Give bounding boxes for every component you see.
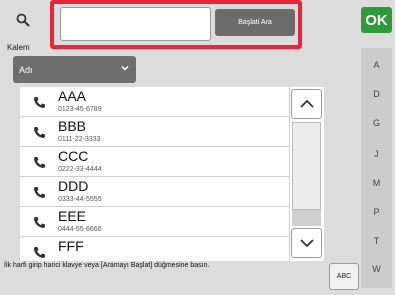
chevron-down-icon <box>299 239 314 248</box>
entry-name: DDD <box>58 178 89 194</box>
phone-icon <box>34 127 45 138</box>
search-icon <box>16 13 30 27</box>
scrollbar-thumb[interactable] <box>292 122 321 210</box>
index-rail: A D G J M P T W <box>361 48 392 288</box>
scroll-up-button[interactable] <box>291 89 322 119</box>
phone-icon <box>34 187 45 198</box>
entry-number: 0123-45-6789 <box>58 106 102 113</box>
entry-name: BBB <box>58 118 87 134</box>
entry-number: 0333-44-5555 <box>58 196 102 203</box>
list-item[interactable]: FFF <box>20 237 289 261</box>
filter-label: Kalem <box>7 43 30 52</box>
entry-number: 0444-55-6666 <box>58 226 102 233</box>
scrollbar-lower-region[interactable] <box>292 210 321 226</box>
search-input[interactable] <box>60 7 211 41</box>
list-item[interactable]: BBB 0111-22-3333 <box>20 117 289 147</box>
index-key-g[interactable]: G <box>361 118 392 128</box>
entry-name: CCC <box>58 148 89 164</box>
list-item[interactable]: CCC 0222-33-4444 <box>20 147 289 177</box>
start-search-button[interactable]: Başlati Ara <box>215 9 295 36</box>
phone-icon <box>34 217 45 228</box>
index-key-d[interactable]: D <box>361 89 392 99</box>
chevron-up-icon <box>299 99 314 108</box>
address-list: AAA 0123-45-6789 BBB 0111-22-3333 CCC 02… <box>20 87 289 261</box>
chevron-down-icon <box>121 65 129 71</box>
field-select-value: Adı <box>19 64 33 75</box>
phone-icon <box>34 157 45 168</box>
list-item[interactable]: EEE 0444-55-6666 <box>20 207 289 237</box>
search-button[interactable] <box>3 3 43 37</box>
phone-icon <box>34 247 45 258</box>
entry-name: AAA <box>58 88 87 104</box>
index-key-t[interactable]: T <box>361 236 392 246</box>
scroll-down-button[interactable] <box>291 228 322 258</box>
list-item[interactable]: DDD 0333-44-5555 <box>20 177 289 207</box>
abc-button[interactable]: ABC <box>329 263 359 290</box>
address-book-screen: Başlati Ara OK Kalem Adı AAA 0123-45-678… <box>0 0 395 295</box>
hint-text: İlk harfi girip harici klavye veya [Aram… <box>4 262 210 269</box>
entry-number: 0222-33-4444 <box>58 166 102 173</box>
index-key-w[interactable]: W <box>361 264 392 274</box>
index-key-a[interactable]: A <box>361 60 392 70</box>
entry-number: 0111-22-3333 <box>58 136 101 143</box>
entry-name: FFF <box>58 238 84 254</box>
list-item[interactable]: AAA 0123-45-6789 <box>20 87 289 117</box>
ok-button[interactable]: OK <box>361 7 392 33</box>
index-key-p[interactable]: P <box>361 207 392 217</box>
index-key-j[interactable]: J <box>361 149 392 159</box>
field-select[interactable]: Adı <box>13 56 136 83</box>
phone-icon <box>34 97 45 108</box>
entry-name: EEE <box>58 208 87 224</box>
index-key-m[interactable]: M <box>361 178 392 188</box>
